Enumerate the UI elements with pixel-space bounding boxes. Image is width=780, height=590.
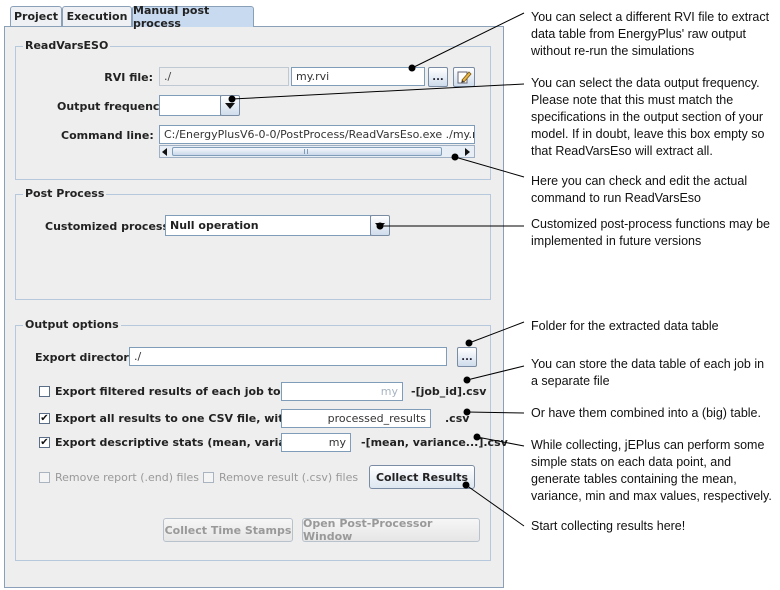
- annotation-command: Here you can check and edit the actual co…: [531, 174, 748, 205]
- annotation-start: Start collecting results here!: [531, 519, 686, 533]
- annotation-stats: While collecting, jEPlus can perform som…: [531, 438, 772, 503]
- annotation-frequency: You can select the data output frequency…: [531, 76, 765, 158]
- annotation-rvi: You can select a different RVI file to e…: [531, 10, 770, 58]
- tab-manual-post-process[interactable]: Manual post process: [132, 4, 254, 30]
- annotation-folder: Folder for the extracted data table: [531, 319, 719, 333]
- annotation-combined: Or have them combined into a (big) table…: [531, 406, 761, 420]
- annotation-separate: You can store the data table of each job…: [531, 357, 765, 388]
- annotation-customized: Customized post-process functions may be…: [531, 217, 770, 248]
